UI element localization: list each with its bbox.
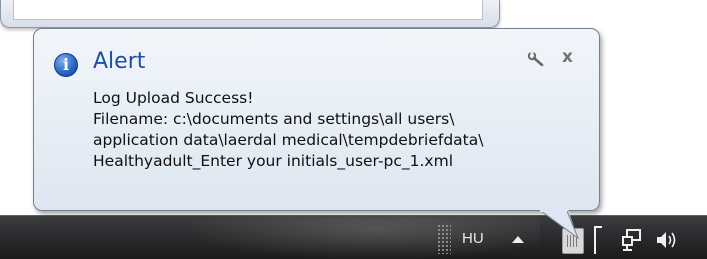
- close-icon[interactable]: x: [562, 47, 573, 67]
- language-indicator[interactable]: HU: [462, 230, 484, 247]
- message-line: application data\laerdal medical\tempdeb…: [93, 131, 484, 149]
- message-line: Filename: c:\documents and settings\all …: [93, 110, 455, 128]
- taskbar-sheen: [180, 216, 540, 259]
- message-line: Log Upload Success!: [93, 89, 254, 107]
- network-icon[interactable]: [621, 228, 645, 252]
- info-icon: i: [54, 53, 78, 77]
- taskbar: HU: [0, 215, 707, 259]
- wrench-icon[interactable]: [527, 51, 545, 67]
- background-window-content: [13, 0, 483, 20]
- message-line: Healthyadult_Enter your initials_user-pc…: [93, 152, 454, 170]
- balloon-message: Log Upload Success! Filename: c:\documen…: [93, 88, 593, 172]
- volume-icon[interactable]: [655, 229, 681, 251]
- show-hidden-icons-arrow-icon[interactable]: [512, 236, 524, 243]
- balloon-tail: [540, 210, 580, 240]
- tray-divider: [594, 226, 602, 254]
- taskbar-grip[interactable]: [437, 224, 451, 254]
- balloon-title: Alert: [93, 49, 146, 74]
- background-window-edge: [0, 0, 500, 28]
